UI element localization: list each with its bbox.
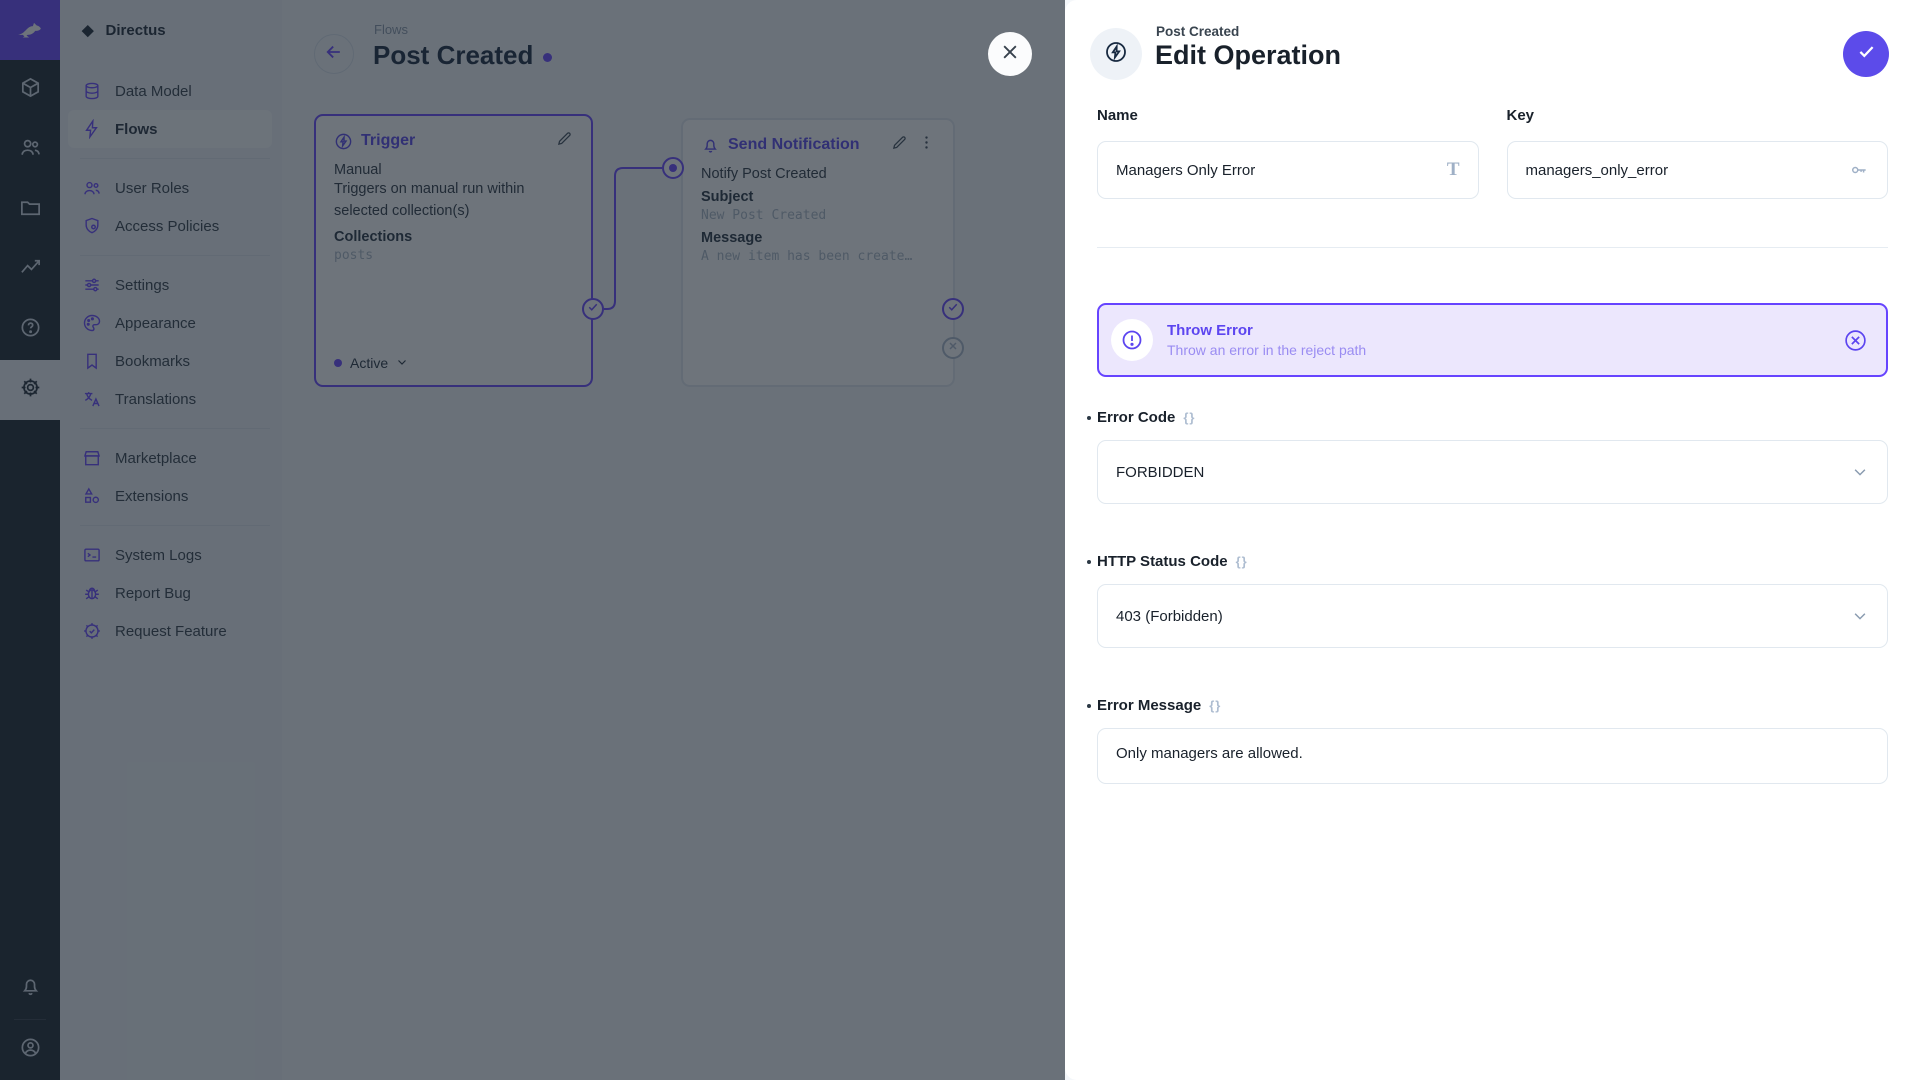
key-field-group: Key managers_only_error bbox=[1507, 104, 1889, 199]
directus-flows-screen: ◆ Directus Data Model Flows User Roles A… bbox=[0, 0, 1920, 1080]
close-drawer-button[interactable] bbox=[988, 32, 1032, 76]
name-value: Managers Only Error bbox=[1116, 162, 1255, 179]
http-status-label: HTTP Status Code bbox=[1097, 550, 1228, 574]
error-code-label-row: Error Code {} bbox=[1097, 406, 1888, 430]
check-icon bbox=[1856, 41, 1877, 67]
name-input[interactable]: Managers Only Error T bbox=[1097, 141, 1479, 199]
bolt-circle-icon bbox=[1104, 40, 1128, 69]
drawer-context-label: Post Created bbox=[1156, 24, 1239, 39]
error-message-input[interactable]: Only managers are allowed. bbox=[1097, 728, 1888, 784]
required-dot-icon bbox=[1087, 416, 1091, 420]
required-dot-icon bbox=[1087, 560, 1091, 564]
key-icon bbox=[1849, 160, 1869, 180]
edit-operation-drawer: Post Created Edit Operation Name Manager… bbox=[1065, 0, 1920, 1080]
drawer-divider bbox=[1097, 247, 1888, 248]
title-format-icon[interactable]: T bbox=[1447, 159, 1460, 181]
drawer-overlay-scrim[interactable] bbox=[0, 0, 1065, 1080]
required-dot-icon bbox=[1087, 704, 1091, 708]
error-code-select[interactable]: FORBIDDEN bbox=[1097, 440, 1888, 504]
http-status-group: HTTP Status Code {} 403 (Forbidden) bbox=[1097, 550, 1888, 648]
error-message-label: Error Message bbox=[1097, 694, 1201, 718]
error-message-label-row: Error Message {} bbox=[1097, 694, 1888, 718]
drawer-header-icon-badge bbox=[1090, 28, 1142, 80]
banner-title: Throw Error bbox=[1167, 322, 1366, 339]
key-value: managers_only_error bbox=[1526, 162, 1669, 179]
key-label: Key bbox=[1507, 104, 1889, 128]
error-message-group: Error Message {} Only managers are allow… bbox=[1097, 694, 1888, 784]
http-status-select[interactable]: 403 (Forbidden) bbox=[1097, 584, 1888, 648]
raw-value-toggle-icon[interactable]: {} bbox=[1183, 406, 1195, 430]
raw-value-toggle-icon[interactable]: {} bbox=[1236, 550, 1248, 574]
save-button[interactable] bbox=[1843, 31, 1889, 77]
name-key-row: Name Managers Only Error T Key managers_… bbox=[1097, 104, 1888, 199]
selected-operation-banner[interactable]: Throw Error Throw an error in the reject… bbox=[1097, 303, 1888, 377]
banner-subtitle: Throw an error in the reject path bbox=[1167, 342, 1366, 358]
http-status-label-row: HTTP Status Code {} bbox=[1097, 550, 1888, 574]
raw-value-toggle-icon[interactable]: {} bbox=[1209, 694, 1221, 718]
name-field-group: Name Managers Only Error T bbox=[1097, 104, 1479, 199]
error-message-value: Only managers are allowed. bbox=[1116, 745, 1303, 762]
chevron-down-icon bbox=[1851, 463, 1869, 481]
deselect-operation-button[interactable] bbox=[1843, 328, 1868, 353]
error-info-icon bbox=[1111, 319, 1153, 361]
name-label: Name bbox=[1097, 104, 1479, 128]
close-icon bbox=[1000, 42, 1020, 67]
error-code-label: Error Code bbox=[1097, 406, 1175, 430]
drawer-title: Edit Operation bbox=[1155, 40, 1341, 71]
chevron-down-icon bbox=[1851, 607, 1869, 625]
http-status-value: 403 (Forbidden) bbox=[1116, 608, 1223, 625]
error-code-value: FORBIDDEN bbox=[1116, 464, 1204, 481]
error-code-group: Error Code {} FORBIDDEN bbox=[1097, 406, 1888, 504]
key-input[interactable]: managers_only_error bbox=[1507, 141, 1889, 199]
